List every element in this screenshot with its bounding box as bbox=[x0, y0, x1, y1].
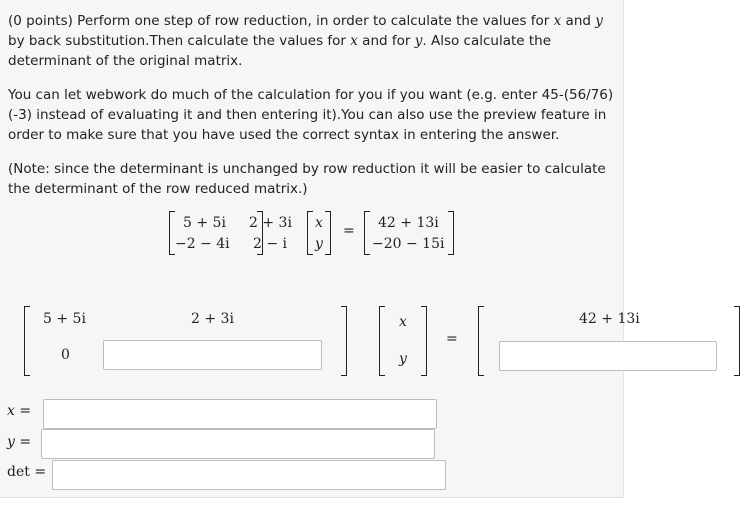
matrix-entry: −2 − 4i bbox=[175, 236, 230, 252]
matrix-entry: 0 bbox=[61, 347, 70, 363]
constant-vector: 42 + 13i −20 − 15i bbox=[364, 211, 454, 255]
problem-statement: (0 points) Perform one step of row reduc… bbox=[8, 13, 603, 69]
matrix-entry: 2 − i bbox=[253, 236, 288, 252]
reduced-variable-vector: x y bbox=[379, 306, 427, 376]
reduced-constant-vector: 42 + 13i bbox=[478, 306, 740, 376]
matrix-entry: 5 + 5i bbox=[43, 311, 86, 327]
matrix-entry: 5 + 5i bbox=[183, 215, 226, 231]
instructions-text: You can let webwork do much of the calcu… bbox=[8, 87, 614, 143]
variable-vector: x y bbox=[307, 211, 331, 255]
y-answer-field[interactable] bbox=[41, 429, 435, 459]
problem-panel: (0 points) Perform one step of row reduc… bbox=[0, 0, 624, 498]
coefficient-matrix: 5 + 5i 2 + 3i −2 − 4i 2 − i bbox=[169, 211, 292, 255]
matrix-entry: −20 − 15i bbox=[372, 236, 445, 252]
x-answer-field[interactable] bbox=[43, 399, 437, 429]
y-answer-label: y = bbox=[7, 434, 32, 450]
det-answer-field[interactable] bbox=[52, 460, 446, 490]
note-text: (Note: since the determinant is unchange… bbox=[8, 161, 606, 197]
reduced-coefficient-matrix: 5 + 5i 2 + 3i 0 bbox=[24, 306, 347, 376]
x-answer-label: x = bbox=[7, 403, 32, 419]
equals-sign: = bbox=[446, 331, 458, 347]
matrix-entry: 42 + 13i bbox=[378, 215, 439, 231]
equals-sign: = bbox=[343, 223, 355, 239]
det-answer-label: det = bbox=[7, 464, 47, 480]
points-label: (0 points) bbox=[8, 13, 73, 29]
matrix-entry: 2 + 3i bbox=[191, 311, 234, 327]
reduced-b2-field[interactable] bbox=[499, 341, 717, 371]
matrix-entry: 42 + 13i bbox=[579, 311, 640, 327]
reduced-a22-field[interactable] bbox=[103, 340, 322, 370]
matrix-entry: 2 + 3i bbox=[249, 215, 292, 231]
